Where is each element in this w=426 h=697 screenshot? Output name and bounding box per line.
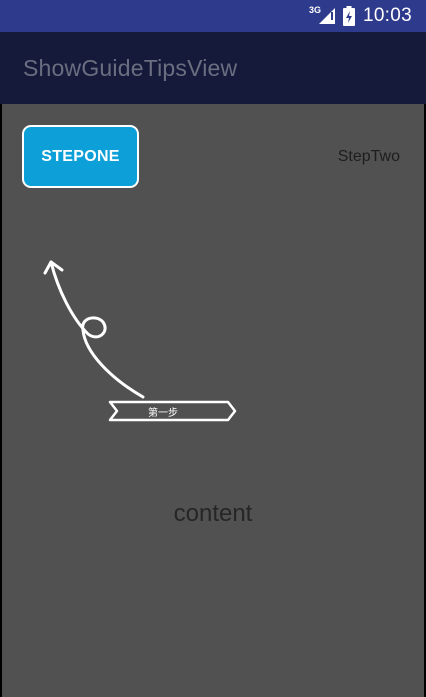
- guide-tip-label: 第一步: [148, 408, 178, 419]
- guide-tip-graphic: [43, 260, 237, 422]
- content-label: content: [173, 500, 253, 527]
- curved-arrow-icon: [49, 260, 145, 399]
